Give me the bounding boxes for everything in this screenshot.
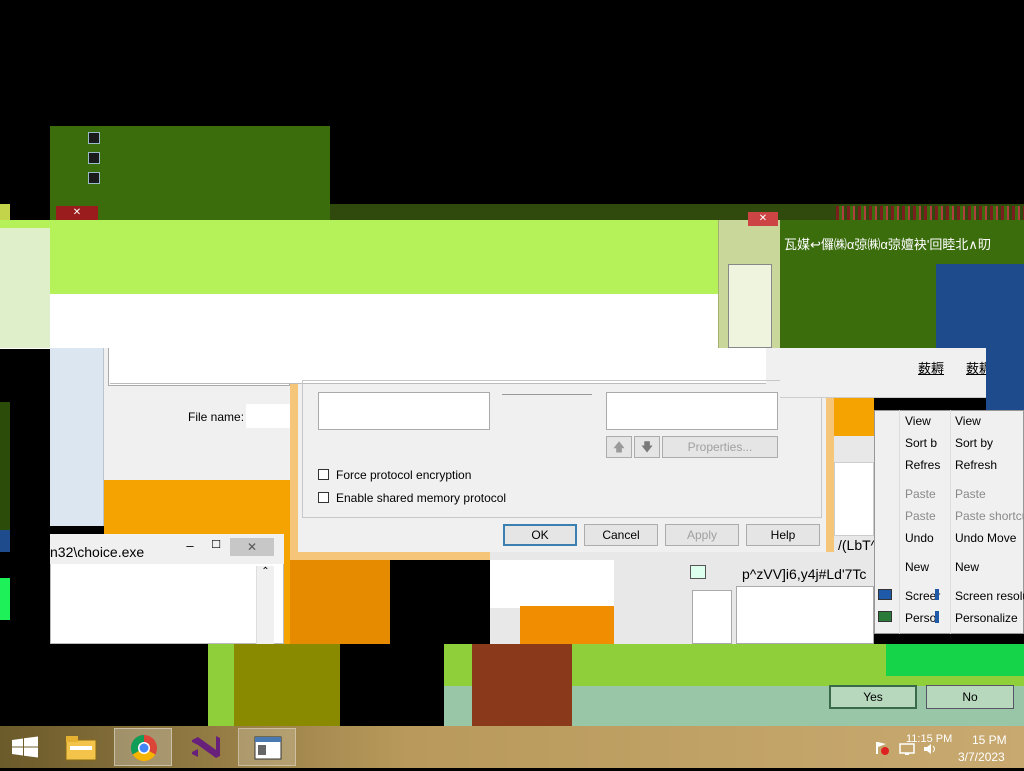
white-box-right [834, 462, 874, 536]
scroll-up-icon[interactable]: ⌃ [257, 566, 274, 577]
visual-studio-icon[interactable] [182, 728, 228, 766]
ok-button[interactable]: OK [503, 524, 577, 546]
menu-item-undo-move[interactable]: Undo Move [955, 531, 1016, 545]
menu-item-new[interactable]: New [955, 560, 979, 574]
submenu-arrow-icons [935, 589, 939, 623]
menu-item-undo-a[interactable]: Undo [905, 531, 934, 545]
protocol-listbox-right [606, 392, 778, 430]
wallpaper-orange-mid [290, 560, 390, 644]
dialog-top-white [110, 348, 766, 384]
chrome-icon[interactable] [114, 728, 172, 766]
apply-button[interactable]: Apply [665, 524, 739, 546]
file-name-label: File name: [188, 410, 245, 424]
garbled-cjk-text: 瓦媒↩儸㈱α弶㈱α弶嬗袂'回睦北∧旫 [784, 237, 991, 252]
menu-item-paste-shortcut[interactable]: Paste shortcu [955, 509, 1024, 523]
shared-memory-checkbox[interactable] [318, 492, 329, 503]
minimize-icon[interactable]: – [182, 538, 198, 556]
right-window-bg [780, 348, 986, 398]
menu-item-refresh-a[interactable]: Refres [905, 458, 940, 472]
garbled-input-a [692, 590, 732, 644]
desktop-icon-strip [88, 132, 102, 192]
protocol-listbox-left [318, 392, 490, 430]
bottom-red-shape [472, 644, 572, 726]
blue-panel [936, 264, 1024, 350]
windows-logo-icon [12, 736, 38, 758]
frame-inner-scroll [728, 264, 772, 348]
properties-button[interactable]: Properties... [662, 436, 778, 458]
menu-item-screen-resolution[interactable]: Screen resolu [955, 589, 1024, 603]
screen-resolution-icon [878, 589, 892, 600]
menu-item-personalize-a[interactable]: Perso [905, 611, 936, 625]
menu-item-paste-shortcut-a[interactable]: Paste [905, 509, 936, 523]
menu-item-sort-by[interactable]: Sort by [955, 436, 993, 450]
garbled-line-1: /(LbT^ [838, 537, 878, 553]
clock-time-a: 11:15 PM [906, 733, 953, 745]
maximize-icon[interactable]: ☐ [208, 538, 224, 556]
move-up-button[interactable]: 🡅 [606, 436, 632, 458]
menu-item-refresh[interactable]: Refresh [955, 458, 997, 472]
left-edge-blue [0, 530, 10, 552]
context-menu-divider [950, 410, 951, 634]
start-button[interactable] [0, 726, 50, 768]
force-encryption-label: Force protocol encryption [336, 468, 472, 482]
menu-item-view-a[interactable]: View [905, 414, 931, 428]
orange-strip-right [834, 398, 874, 436]
bottom-lime-strip-a [208, 644, 234, 726]
no-button[interactable]: No [926, 685, 1014, 709]
personalize-icon [878, 611, 892, 622]
blue-corner [986, 348, 1024, 410]
menu-item-view[interactable]: View [955, 414, 981, 428]
bottom-bright-green [886, 644, 1024, 676]
clock-date: 3/7/2023 [958, 750, 1005, 764]
context-menu-gutter [899, 410, 900, 634]
small-window-icon [690, 565, 706, 579]
garbled-toolbar-1: 薮耨 [918, 361, 945, 376]
noise-strip [836, 206, 1024, 220]
garbled-window-white [490, 560, 614, 608]
cmd-close-icon[interactable]: ✕ [230, 538, 274, 556]
menu-item-paste-a[interactable]: Paste [905, 487, 936, 501]
menu-item-paste[interactable]: Paste [955, 487, 986, 501]
close-button[interactable]: ✕ [748, 212, 778, 226]
menu-item-personalize[interactable]: Personalize [955, 611, 1018, 625]
divider-line [502, 394, 592, 395]
close-icon[interactable]: ✕ [56, 206, 98, 220]
menu-item-sort-a[interactable]: Sort b [905, 436, 937, 450]
window-app-icon[interactable] [238, 728, 296, 766]
cancel-button[interactable]: Cancel [584, 524, 658, 546]
left-light-panel [50, 348, 104, 526]
force-encryption-checkbox[interactable] [318, 469, 329, 480]
file-name-input[interactable] [246, 404, 290, 428]
menu-item-new-a[interactable]: New [905, 560, 929, 574]
wallpaper-orange-right [520, 606, 614, 644]
garbled-input-b [736, 586, 874, 644]
cmd-window-title: n32\choice.exe [50, 544, 145, 560]
flag-alert-icon[interactable] [874, 740, 890, 756]
clock-time-b: 15 PM [972, 733, 1007, 747]
garbled-line-2: p^zVV]i6,y4j#Ld'7Tc [742, 566, 867, 582]
left-edge-green [0, 402, 10, 530]
help-button[interactable]: Help [746, 524, 820, 546]
cmd-scrollbar[interactable]: ⌃ [256, 566, 274, 644]
yes-button[interactable]: Yes [829, 685, 917, 709]
move-down-button[interactable]: 🡇 [634, 436, 660, 458]
left-pale-strip [0, 228, 50, 348]
file-explorer-icon[interactable] [58, 728, 104, 766]
left-edge-bright-green [0, 578, 10, 620]
shared-memory-label: Enable shared memory protocol [336, 491, 507, 505]
